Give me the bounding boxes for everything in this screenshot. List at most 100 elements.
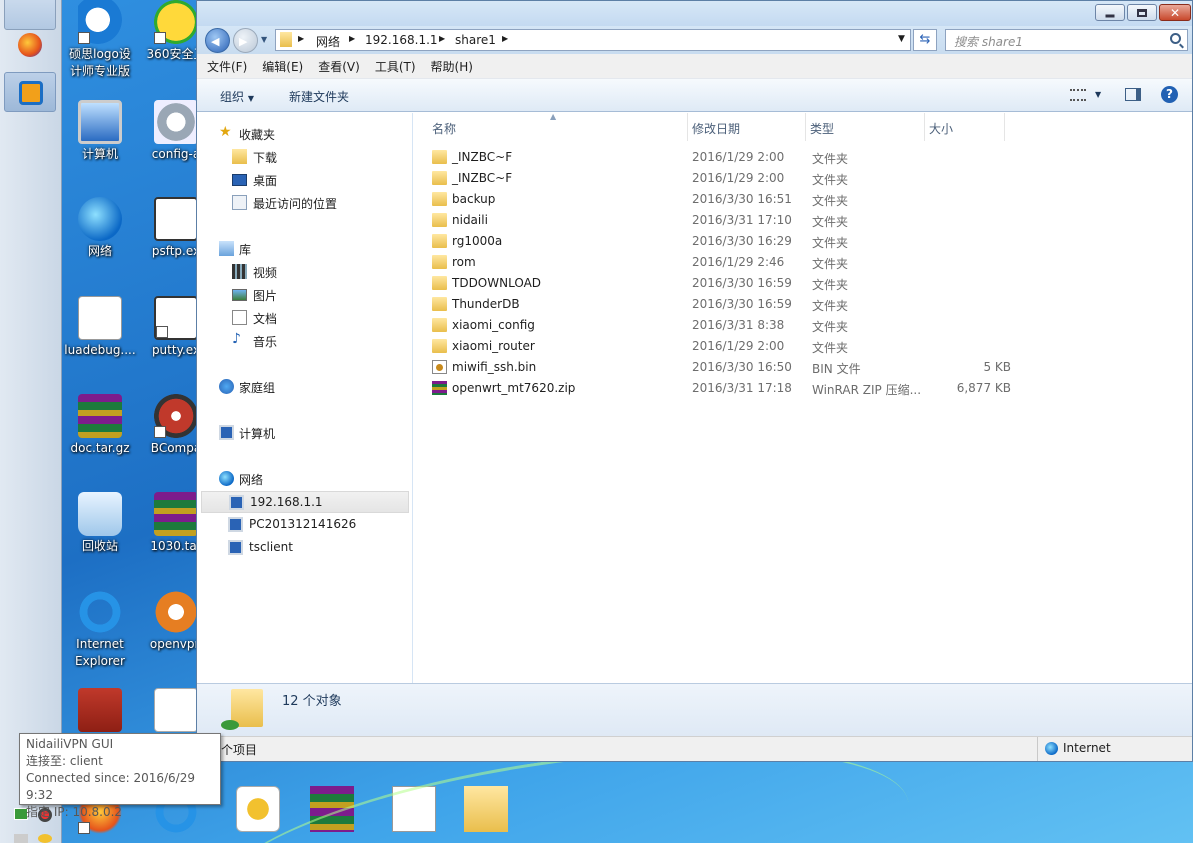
new-folder-button[interactable]: 新建文件夹: [289, 88, 349, 105]
file-type: 文件夹: [812, 341, 849, 355]
back-button[interactable]: ◀: [205, 28, 230, 53]
desktop-icon-network[interactable]: 网络: [62, 197, 138, 260]
title-bar[interactable]: ✕: [197, 1, 1192, 26]
preview-pane-icon[interactable]: [1125, 88, 1141, 101]
desktop-icon-luadebug[interactable]: luadebug....: [62, 296, 138, 359]
desktop-icon-recycle-bin[interactable]: 回收站: [62, 492, 138, 555]
maximize-button[interactable]: [1127, 4, 1157, 21]
winrar-archive-icon[interactable]: [310, 786, 354, 832]
file-row[interactable]: xiaomi_config 2016/3/31 8:38 文件夹: [429, 315, 1019, 336]
nav-music[interactable]: ♪ 音乐: [197, 330, 412, 352]
close-button[interactable]: ✕: [1159, 4, 1191, 21]
firefox-icon[interactable]: [4, 25, 56, 65]
folder-icon[interactable]: [464, 786, 508, 832]
nav-pictures[interactable]: 图片: [197, 284, 412, 306]
tray-icon-extra-2[interactable]: [38, 834, 52, 843]
view-dropdown-icon[interactable]: ▼: [1095, 90, 1101, 99]
folder-icon: [432, 276, 447, 290]
column-date[interactable]: 修改日期: [692, 120, 740, 137]
breadcrumb-host[interactable]: 192.168.1.1: [365, 33, 438, 47]
folder-icon: [432, 213, 447, 227]
back-arrow-icon: ◀: [211, 35, 220, 48]
desktop-icon-pdf[interactable]: [62, 688, 138, 734]
search-box[interactable]: 搜索 share1: [945, 29, 1188, 51]
nav-recent-places[interactable]: 最近访问的位置: [197, 192, 412, 214]
nav-network-host-selected[interactable]: 192.168.1.1: [201, 491, 409, 513]
documents-icon: [232, 310, 247, 325]
search-icon[interactable]: [1170, 33, 1181, 44]
file-row[interactable]: TDDOWNLOAD 2016/3/30 16:59 文件夹: [429, 273, 1019, 294]
view-options-icon[interactable]: [1070, 89, 1086, 101]
nav-desktop[interactable]: 桌面: [197, 169, 412, 191]
file-row[interactable]: rg1000a 2016/3/30 16:29 文件夹: [429, 231, 1019, 252]
nav-network-pc[interactable]: PC201312141626: [197, 514, 412, 536]
file-type: 文件夹: [812, 236, 849, 250]
column-type[interactable]: 类型: [810, 120, 834, 137]
folder-icon: [432, 255, 447, 269]
menu-edit[interactable]: 编辑(E): [262, 58, 303, 75]
nav-downloads[interactable]: 下载: [197, 146, 412, 168]
desktop-icon-logo-designer[interactable]: 硕思logo设 计师专业版: [62, 0, 138, 80]
logo-designer-icon: [78, 0, 122, 44]
desktop-icon-doc-tar[interactable]: doc.tar.gz: [62, 394, 138, 457]
network-share-icon: [221, 720, 239, 730]
psftp-icon: [154, 197, 198, 241]
menu-tools[interactable]: 工具(T): [375, 58, 416, 75]
menu-file[interactable]: 文件(F): [207, 58, 247, 75]
nav-homegroup[interactable]: 家庭组: [197, 376, 412, 398]
app-active-icon[interactable]: [4, 72, 56, 112]
openvpn-icon: [154, 590, 198, 634]
menu-bar: 文件(F) 编辑(E) 查看(V) 工具(T) 帮助(H): [197, 54, 1192, 79]
file-type: 文件夹: [812, 299, 849, 313]
file-row[interactable]: backup 2016/3/30 16:51 文件夹: [429, 189, 1019, 210]
text-file-icon[interactable]: [392, 786, 436, 832]
nav-computer[interactable]: 计算机: [197, 422, 412, 444]
file-row[interactable]: ThunderDB 2016/3/30 16:59 文件夹: [429, 294, 1019, 315]
menu-view[interactable]: 查看(V): [318, 58, 360, 75]
nav-documents[interactable]: 文档: [197, 307, 412, 329]
refresh-button[interactable]: ⇆: [913, 29, 937, 51]
file-row[interactable]: _INZBC~F 2016/1/29 2:00 文件夹: [429, 147, 1019, 168]
file-name: miwifi_ssh.bin: [452, 360, 537, 374]
file-row[interactable]: xiaomi_router 2016/1/29 2:00 文件夹: [429, 336, 1019, 357]
nav-network[interactable]: 网络: [197, 468, 412, 490]
organize-button[interactable]: 组织 ▼: [220, 88, 254, 105]
search-input[interactable]: 搜索 share1: [954, 33, 1023, 50]
360-safe-icon: [154, 0, 198, 44]
nav-videos[interactable]: 视频: [197, 261, 412, 283]
breadcrumb-share[interactable]: share1: [455, 33, 496, 47]
file-row[interactable]: miwifi_ssh.bin 2016/3/30 16:50 BIN 文件 5 KB: [429, 357, 1019, 378]
file-row[interactable]: _INZBC~F 2016/1/29 2:00 文件夹: [429, 168, 1019, 189]
file-row[interactable]: openwrt_mt7620.zip 2016/3/31 17:18 WinRAR …: [429, 378, 1019, 399]
tray-icon-extra[interactable]: [14, 834, 28, 843]
nav-favorites[interactable]: ★ 收藏夹: [197, 123, 412, 145]
file-type: 文件夹: [812, 278, 849, 292]
desktop-icon-ie[interactable]: Internet Explorer: [62, 590, 138, 670]
ultraedit-icon[interactable]: [236, 786, 280, 832]
file-row[interactable]: nidaili 2016/3/31 17:10 文件夹: [429, 210, 1019, 231]
file-date: 2016/3/31 8:38: [692, 318, 785, 332]
computer-icon: [219, 425, 234, 440]
winrar-archive-icon: [78, 394, 122, 438]
nav-network-tsclient[interactable]: tsclient: [197, 537, 412, 559]
file-size: 6,877 KB: [956, 381, 1011, 395]
file-row[interactable]: rom 2016/1/29 2:46 文件夹: [429, 252, 1019, 273]
help-icon[interactable]: ?: [1161, 86, 1178, 103]
address-bar[interactable]: ▶ 网络 ▶ 192.168.1.1 ▶ share1 ▶ ▼: [275, 29, 911, 51]
file-date: 2016/3/30 16:29: [692, 234, 792, 248]
address-dropdown-icon[interactable]: ▼: [898, 34, 905, 44]
forward-button[interactable]: ▶: [233, 28, 258, 53]
navigation-pane: ★ 收藏夹 下载 桌面 最近访问的位置 库 视频 图片 文档 ♪ 音乐 家庭组 …: [197, 113, 413, 683]
desktop-icon-computer[interactable]: 计算机: [62, 100, 138, 163]
minimize-button[interactable]: [1095, 4, 1125, 21]
breadcrumb-network[interactable]: 网络: [316, 33, 340, 50]
network-icon: [78, 197, 122, 241]
nav-libraries[interactable]: 库: [197, 238, 412, 260]
menu-help[interactable]: 帮助(H): [431, 58, 473, 75]
column-size[interactable]: 大小: [929, 120, 953, 137]
winrar-archive-icon: [432, 381, 447, 395]
file-date: 2016/1/29 2:46: [692, 255, 785, 269]
file-date: 2016/1/29 2:00: [692, 171, 785, 185]
column-name[interactable]: 名称: [432, 120, 456, 137]
recent-pages-dropdown[interactable]: ▼: [261, 35, 267, 44]
